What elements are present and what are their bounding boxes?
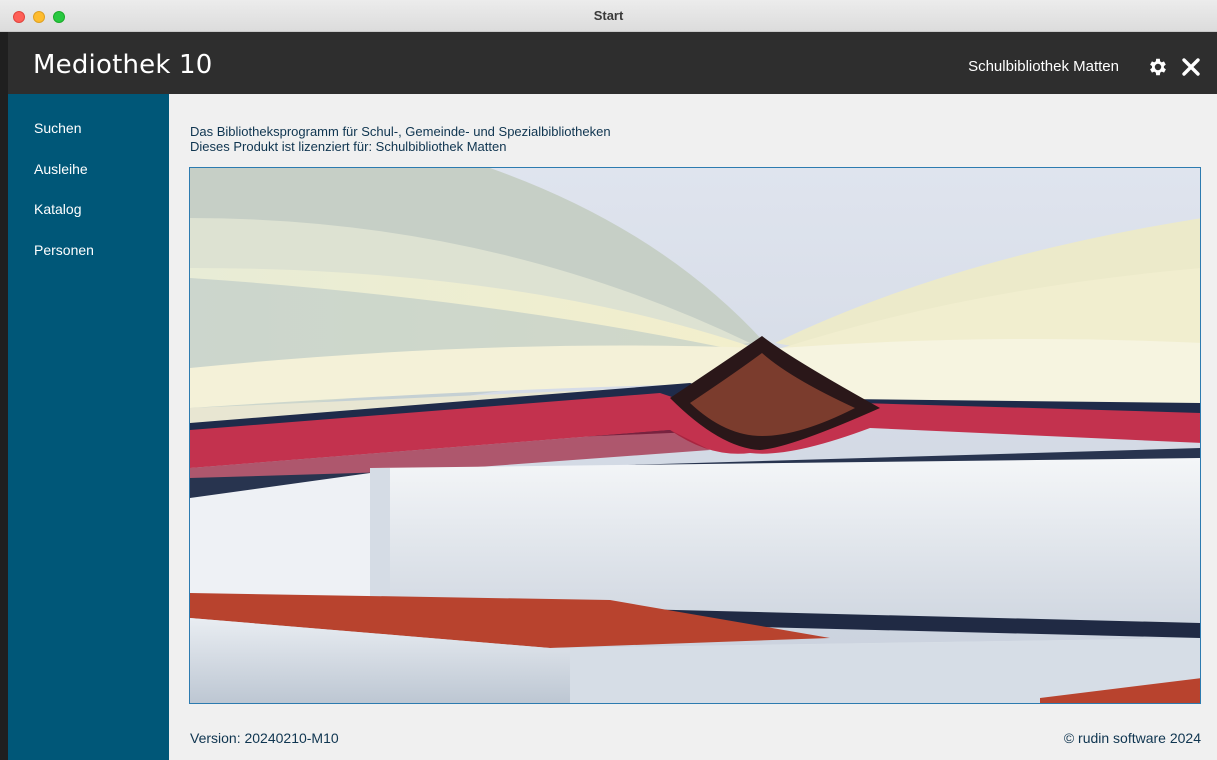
title-bar[interactable]: Start bbox=[0, 0, 1217, 32]
app-header: Mediothek 10 Schulbibliothek Matten bbox=[8, 32, 1217, 94]
sidebar-item-katalog[interactable]: Katalog bbox=[34, 201, 81, 217]
app-window: Start Mediothek 10 Schulbibliothek Matte… bbox=[0, 0, 1217, 760]
product-description: Das Bibliotheksprogramm für Schul-, Geme… bbox=[190, 124, 611, 139]
books-illustration bbox=[190, 168, 1200, 703]
window-left-edge bbox=[0, 32, 8, 760]
close-icon[interactable] bbox=[1180, 56, 1202, 78]
window-title: Start bbox=[593, 8, 624, 23]
sidebar-item-suchen[interactable]: Suchen bbox=[34, 120, 81, 136]
sidebar-item-personen[interactable]: Personen bbox=[34, 242, 94, 258]
main-content: Das Bibliotheksprogramm für Schul-, Geme… bbox=[169, 94, 1217, 760]
copyright-label: © rudin software 2024 bbox=[1063, 730, 1201, 746]
app-title: Mediothek 10 bbox=[33, 50, 213, 80]
version-label: Version: 20240210-M10 bbox=[190, 730, 339, 746]
gear-icon[interactable] bbox=[1147, 56, 1169, 78]
hero-image-books bbox=[189, 167, 1201, 704]
library-name: Schulbibliothek Matten bbox=[968, 58, 1119, 75]
sidebar: Suchen Ausleihe Katalog Personen bbox=[8, 94, 169, 760]
sidebar-item-ausleihe[interactable]: Ausleihe bbox=[34, 161, 88, 177]
license-info: Dieses Produkt ist lizenziert für: Schul… bbox=[190, 139, 507, 154]
